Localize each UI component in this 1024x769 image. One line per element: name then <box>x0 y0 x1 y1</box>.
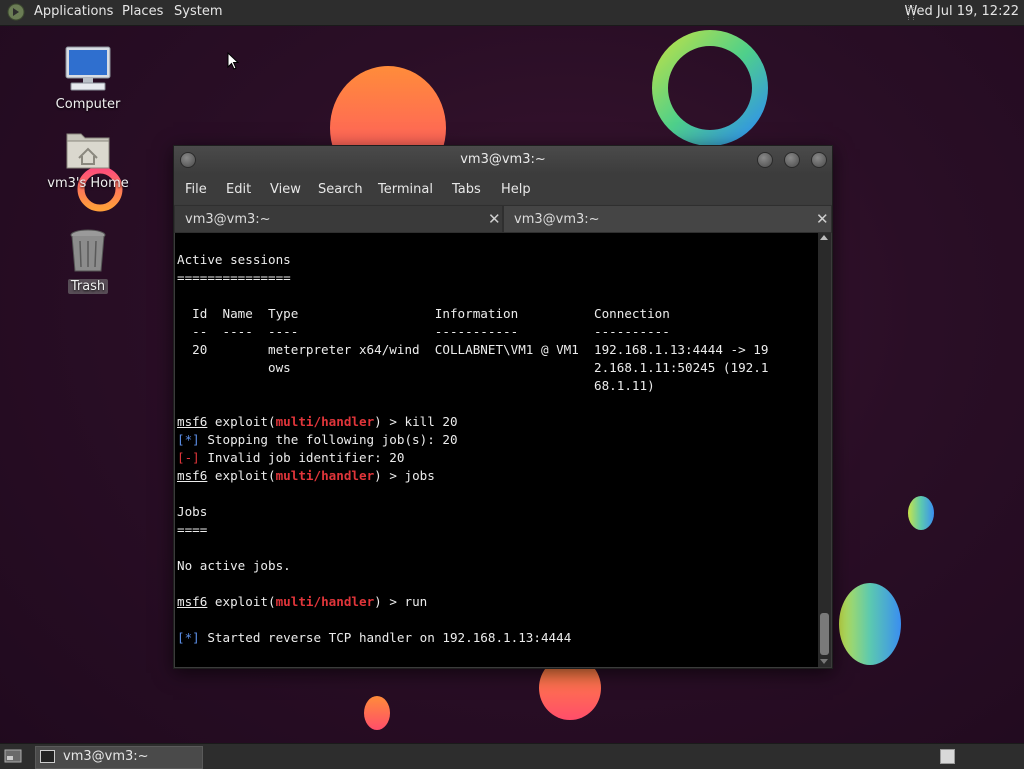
info-tag: [*] <box>177 432 200 447</box>
distro-logo-icon[interactable] <box>7 3 25 21</box>
menu-view[interactable]: View <box>270 182 301 197</box>
maximize-button[interactable] <box>784 152 800 168</box>
window-titlebar[interactable]: vm3@vm3:~ <box>174 146 832 174</box>
output-line: Jobs <box>177 504 208 519</box>
menu-tabs[interactable]: Tabs <box>452 182 481 197</box>
tab-label: vm3@vm3:~ <box>514 212 600 227</box>
prompt-suffix: ) > <box>374 414 405 429</box>
output-line: -- ---- ---- ----------- ---------- <box>177 324 670 339</box>
output-line: =============== <box>177 270 291 285</box>
bottom-panel: vm3@vm3:~ <box>0 743 1024 769</box>
output-text: Stopping the following job(s): 20 <box>199 432 458 447</box>
command-text: jobs <box>404 468 435 483</box>
output-line: Active sessions <box>177 252 291 267</box>
desktop-icon-label: Trash <box>67 279 109 294</box>
close-button[interactable] <box>811 152 827 168</box>
output-text: Started reverse TCP handler on 192.168.1… <box>199 630 572 645</box>
menu-applications[interactable]: Applications <box>34 4 113 19</box>
top-panel: Applications Places System Wed Jul 19, 1… <box>0 0 1024 26</box>
menu-help[interactable]: Help <box>501 182 531 197</box>
tab-bar: vm3@vm3:~ ✕ vm3@vm3:~ ✕ <box>174 205 832 233</box>
menu-edit[interactable]: Edit <box>226 182 251 197</box>
output-line: [*] Started reverse TCP handler on 192.1… <box>177 629 571 647</box>
scroll-down-icon[interactable] <box>820 659 828 664</box>
command-text: run <box>404 594 428 609</box>
info-tag: [*] <box>177 630 200 645</box>
desktop-icon-label: vm3's Home <box>47 176 129 191</box>
home-folder-icon <box>66 133 110 169</box>
output-line: 68.1.11) <box>177 378 655 393</box>
desktop-icon-computer[interactable]: Computer <box>43 45 133 112</box>
menu-places[interactable]: Places <box>122 4 163 19</box>
terminal-menubar: File Edit View Search Terminal Tabs Help <box>174 174 832 204</box>
output-line: [*] Stopping the following job(s): 20 <box>177 431 458 449</box>
terminal-output[interactable]: Active sessions =============== Id Name … <box>175 233 818 667</box>
menu-terminal[interactable]: Terminal <box>378 182 433 197</box>
prompt-module: multi/handler <box>275 468 375 483</box>
prompt-middle: exploit( <box>207 594 276 609</box>
tab-close-icon[interactable]: ✕ <box>488 210 501 228</box>
prompt-line: msf6 exploit(multi/handler) > kill 20 <box>177 413 458 431</box>
tab-label: vm3@vm3:~ <box>185 212 271 227</box>
menu-search[interactable]: Search <box>318 182 363 197</box>
window-title: vm3@vm3:~ <box>460 152 546 167</box>
tab-1[interactable]: vm3@vm3:~ ✕ <box>175 206 502 232</box>
output-line: ==== <box>177 522 208 537</box>
show-desktop-icon[interactable] <box>4 748 22 764</box>
prompt-line: msf6 exploit(multi/handler) > run <box>177 593 427 611</box>
menu-system[interactable]: System <box>174 4 222 19</box>
desktop-icon-label: Computer <box>55 97 121 112</box>
tab-close-icon[interactable]: ✕ <box>816 210 829 228</box>
terminal-window[interactable]: vm3@vm3:~ File Edit View Search Terminal… <box>173 145 833 669</box>
prompt-prefix: msf6 <box>177 468 208 483</box>
taskbar-window-label: vm3@vm3:~ <box>63 749 149 764</box>
mouse-cursor-icon <box>227 52 239 70</box>
command-text: kill 20 <box>404 414 458 429</box>
prompt-prefix: msf6 <box>177 414 208 429</box>
menu-file[interactable]: File <box>185 182 207 197</box>
desktop-icon-trash[interactable]: Trash <box>43 227 133 294</box>
output-line: ows 2.168.1.11:50245 (192.1 <box>177 360 769 375</box>
prompt-suffix: ) > <box>374 594 405 609</box>
error-tag: [-] <box>177 450 200 465</box>
workspace-switcher[interactable] <box>940 749 955 764</box>
scroll-up-icon[interactable] <box>820 235 828 240</box>
prompt-prefix: msf6 <box>177 594 208 609</box>
prompt-module: multi/handler <box>275 414 375 429</box>
prompt-module: multi/handler <box>275 594 375 609</box>
minimize-button[interactable] <box>757 152 773 168</box>
computer-icon <box>65 46 111 91</box>
output-line: Id Name Type Information Connection <box>177 306 670 321</box>
prompt-middle: exploit( <box>207 414 276 429</box>
trash-icon <box>70 229 106 272</box>
clock[interactable]: Wed Jul 19, 12:22 <box>904 4 1019 19</box>
prompt-middle: exploit( <box>207 468 276 483</box>
desktop-icon-home[interactable]: vm3's Home <box>43 128 133 191</box>
output-text: Invalid job identifier: 20 <box>199 450 405 465</box>
output-line: No active jobs. <box>177 558 291 573</box>
prompt-suffix: ) > <box>374 468 405 483</box>
scroll-thumb[interactable] <box>820 613 829 655</box>
taskbar-window-button[interactable]: vm3@vm3:~ <box>35 746 203 769</box>
prompt-line: msf6 exploit(multi/handler) > jobs <box>177 467 435 485</box>
output-line: [-] Invalid job identifier: 20 <box>177 449 404 467</box>
terminal-scrollbar[interactable] <box>818 233 831 667</box>
output-line: 20 meterpreter x64/wind COLLABNET\VM1 @ … <box>177 342 769 357</box>
terminal-icon <box>40 750 55 763</box>
tab-2[interactable]: vm3@vm3:~ ✕ <box>504 206 831 232</box>
